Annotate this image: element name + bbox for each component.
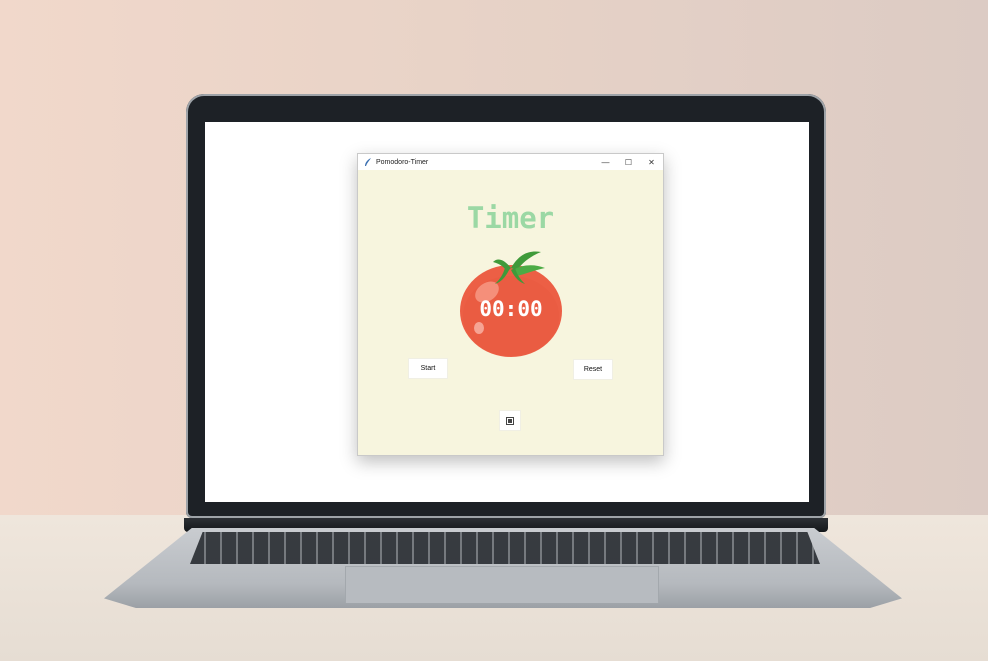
- window-controls: — ☐ ✕: [594, 154, 663, 170]
- laptop-keyboard: [190, 532, 820, 564]
- reset-button[interactable]: Reset: [573, 359, 613, 380]
- pomodoro-window: Pomodoro-Timer — ☐ ✕ Timer 00:00 Start R…: [357, 153, 664, 456]
- close-button[interactable]: ✕: [640, 154, 663, 170]
- window-title: Pomodoro-Timer: [376, 158, 429, 166]
- minimize-button[interactable]: —: [594, 154, 617, 170]
- feather-icon: [363, 157, 373, 167]
- timer-heading: Timer: [466, 201, 555, 235]
- laptop-trackpad: [345, 566, 659, 603]
- window-titlebar[interactable]: Pomodoro-Timer — ☐ ✕: [358, 154, 663, 170]
- time-display: 00:00: [479, 297, 543, 321]
- maximize-button[interactable]: ☐: [617, 154, 640, 170]
- start-button[interactable]: Start: [408, 358, 448, 379]
- checkmark-button[interactable]: [499, 410, 521, 431]
- checkmark-icon: [506, 416, 514, 425]
